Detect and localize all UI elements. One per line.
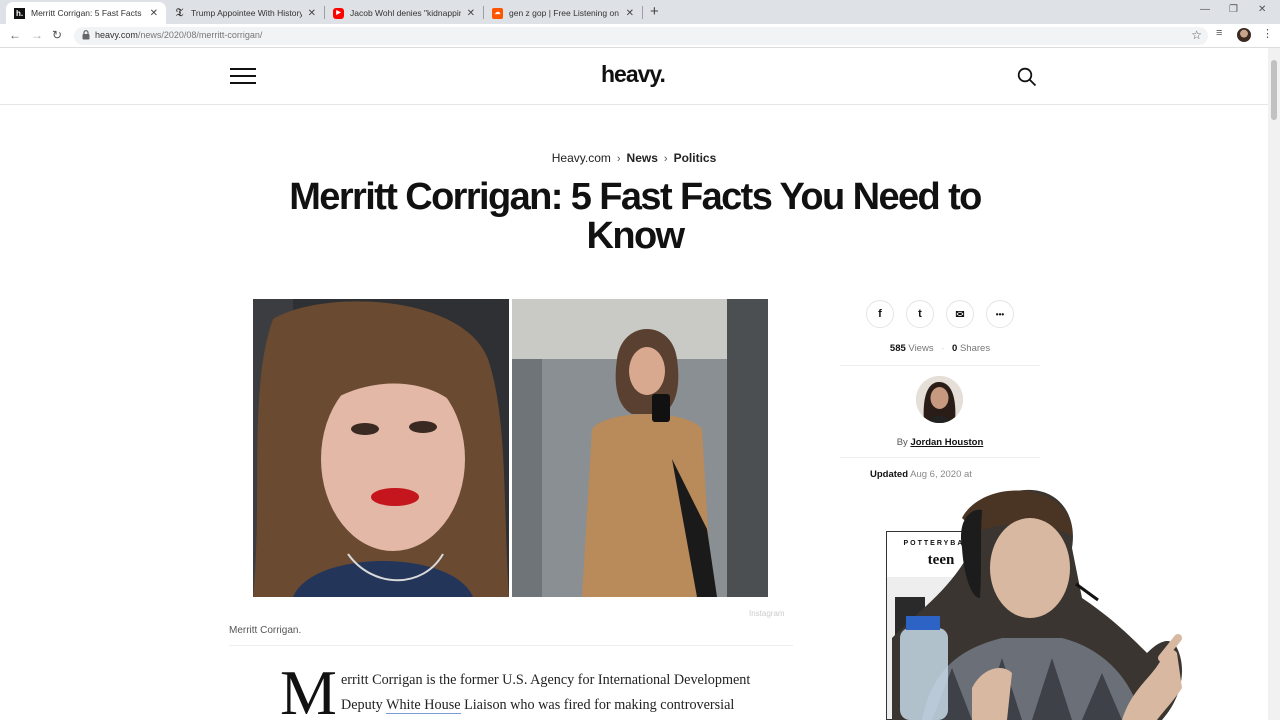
- white-house-link[interactable]: White House: [386, 697, 461, 714]
- twitter-icon: t: [918, 308, 922, 320]
- divider: [840, 365, 1040, 366]
- new-tab-icon[interactable]: +: [650, 3, 659, 20]
- breadcrumb: Heavy.com › News › Politics: [0, 151, 1268, 165]
- browser-toolbar: ← → ↻ heavy.com/news/2020/08/merritt-cor…: [0, 24, 1280, 48]
- close-icon[interactable]: ✕: [150, 8, 158, 19]
- browser-tab-2[interactable]: 𝔗 Trump Appointee With History of ✕: [166, 2, 324, 24]
- breadcrumb-politics[interactable]: Politics: [674, 151, 717, 165]
- url-host: heavy.com: [95, 30, 138, 40]
- more-icon: •••: [995, 309, 1005, 319]
- facebook-share-button[interactable]: f: [866, 300, 894, 328]
- close-icon[interactable]: ✕: [308, 8, 316, 19]
- article-title: Merritt Corrigan: 5 Fast Facts You Need …: [289, 176, 982, 257]
- tab-divider: [642, 6, 643, 19]
- chevron-right-icon: ›: [663, 153, 668, 165]
- shares-count: 0: [952, 343, 958, 354]
- close-icon[interactable]: ✕: [626, 8, 634, 19]
- mirror-selfie-image: [512, 299, 768, 597]
- youtube-favicon-icon: ▶: [333, 7, 344, 19]
- author-link[interactable]: Jordan Houston: [910, 437, 983, 448]
- webcam-overlay: [892, 489, 1182, 720]
- browser-tab-4[interactable]: ☁ gen z gop | Free Listening on Soundclo…: [484, 2, 642, 24]
- updated-label: Updated: [870, 469, 908, 480]
- address-bar[interactable]: heavy.com/news/2020/08/merritt-corrigan/…: [74, 27, 1208, 45]
- site-header: heavy.: [0, 48, 1268, 105]
- shares-label: Shares: [959, 343, 991, 354]
- portrait-image: [253, 299, 509, 597]
- author-byline: By Jordan Houston: [840, 437, 1040, 448]
- intro-line-1: erritt Corrigan is the former U.S. Agenc…: [341, 672, 751, 688]
- breadcrumb-home[interactable]: Heavy.com: [552, 151, 611, 165]
- url-text: heavy.com/news/2020/08/merritt-corrigan/: [95, 30, 262, 40]
- dot-separator: ·: [941, 343, 945, 354]
- updated-value: Aug 6, 2020 at: [910, 469, 972, 480]
- photo-caption: Merritt Corrigan.: [229, 625, 302, 636]
- breadcrumb-news[interactable]: News: [627, 151, 658, 165]
- email-share-button[interactable]: ✉: [946, 300, 974, 328]
- article-photo-mirror: [512, 299, 768, 597]
- url-path: /news/2020/08/merritt-corrigan/: [137, 30, 263, 40]
- restore-icon[interactable]: ❐: [1229, 4, 1238, 15]
- views-count: 585: [889, 343, 906, 354]
- author-avatar[interactable]: [916, 376, 963, 423]
- browser-tab-3[interactable]: ▶ Jacob Wohl denies "kidnapping" ✕: [325, 2, 483, 24]
- facebook-icon: f: [878, 308, 882, 320]
- close-icon[interactable]: ✕: [467, 8, 475, 19]
- minimize-icon[interactable]: —: [1200, 4, 1210, 15]
- hamburger-menu-icon[interactable]: [230, 68, 256, 86]
- twitter-share-button[interactable]: t: [906, 300, 934, 328]
- search-icon[interactable]: [1017, 67, 1037, 87]
- article-intro-paragraph: erritt Corrigan is the former U.S. Agenc…: [341, 668, 801, 718]
- menu-kebab-icon[interactable]: ⋮: [1262, 27, 1273, 40]
- intro-line-2-end: Liaison who was fired for making controv…: [460, 697, 735, 713]
- bookmark-star-icon[interactable]: ☆: [1191, 28, 1202, 42]
- reading-list-icon[interactable]: ≡: [1216, 27, 1222, 39]
- heavy-favicon-icon: h.: [14, 7, 25, 19]
- author-photo: [916, 376, 963, 423]
- views-label: Views: [908, 343, 934, 354]
- intro-line-2-start: Deputy: [341, 697, 387, 713]
- divider: [229, 645, 793, 646]
- site-logo[interactable]: heavy.: [601, 61, 666, 88]
- photo-credit: Instagram: [749, 609, 785, 618]
- web-page: heavy. Heavy.com › News › Politics Merritt C…: [0, 48, 1268, 720]
- browser-tab-strip: h. Merritt Corrigan: 5 Fast Facts You Ne…: [0, 0, 1280, 24]
- back-icon[interactable]: ←: [9, 28, 21, 42]
- browser-tab-1[interactable]: h. Merritt Corrigan: 5 Fast Facts You Ne…: [6, 2, 166, 24]
- soundcloud-favicon-icon: ☁: [492, 7, 503, 19]
- divider: [840, 457, 1040, 458]
- lock-icon: [82, 30, 90, 40]
- drop-cap: M: [280, 657, 337, 720]
- email-icon: ✉: [955, 308, 965, 321]
- article-stats: 585 Views · 0 Shares: [840, 343, 1040, 354]
- byline-prefix: By: [896, 437, 908, 448]
- scrollbar-thumb[interactable]: [1271, 60, 1277, 120]
- article-photo-selfie: [253, 299, 509, 597]
- profile-avatar[interactable]: [1237, 28, 1251, 42]
- updated-timestamp: Updated Aug 6, 2020 at: [870, 469, 972, 480]
- window-close-icon[interactable]: ✕: [1258, 4, 1266, 15]
- nyt-favicon-icon: 𝔗: [175, 6, 184, 19]
- chevron-right-icon: ›: [616, 153, 621, 165]
- reload-icon[interactable]: ↻: [52, 28, 62, 42]
- page-scrollbar[interactable]: [1268, 48, 1280, 720]
- more-share-button[interactable]: •••: [986, 300, 1014, 328]
- forward-icon[interactable]: →: [31, 28, 43, 42]
